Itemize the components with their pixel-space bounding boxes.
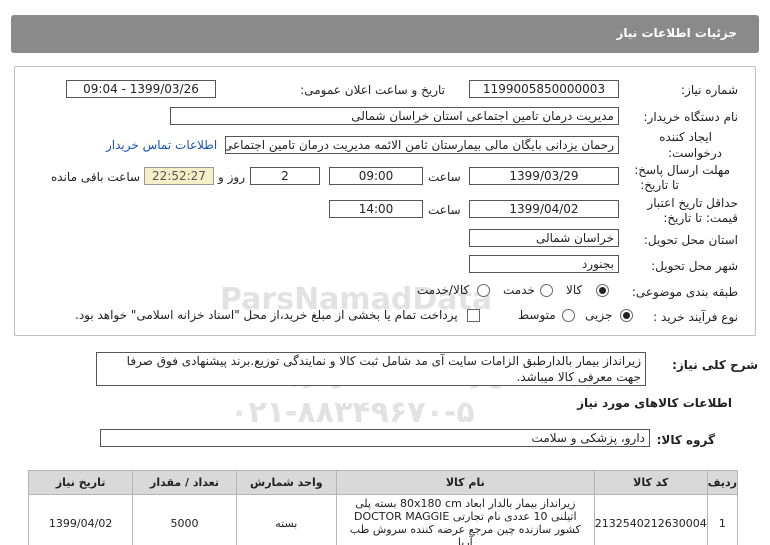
cell-qty: 5000 [132,494,237,545]
province-field: خراسان شمالی [469,229,619,247]
process-type-label: نوع فرآیند خرید : [653,310,738,324]
cell-row: 1 [706,494,739,545]
cell-date: 1399/04/02 [27,494,134,545]
goods-group-field: دارو، پزشکی و سلامت [100,429,650,447]
send-time-label: ساعت [428,170,461,184]
province-label: استان محل تحویل: [643,233,738,247]
announce-date-label: تاریخ و ساعت اعلان عمومی: [300,83,445,97]
city-label: شهر محل تحویل: [651,259,738,273]
buyer-contact-link[interactable]: اطلاعات تماس خریدار [106,138,217,152]
goods-group-label: گروه کالا: [656,433,715,447]
time-remaining-label: ساعت باقی مانده [51,170,141,184]
goods-section-title: اطلاعات کالاهای مورد نیاز [577,396,732,410]
cell-unit: بسته [235,494,337,545]
validity-label-2: قیمت: تا تاریخ: [663,211,738,225]
cell-name: زیرانداز بیمار بالدار ابعاد 80x180 cm بس… [335,494,595,545]
col-header-name: نام کالا [335,470,595,495]
send-date-field: 1399/03/29 [469,167,619,185]
table-row: 1 2132540212630004 زیرانداز بیمار بالدار… [27,494,739,545]
creator-label-1: ایجاد کننده [659,130,712,144]
col-header-row: ردیف [706,470,739,495]
category-service-label: خدمت [503,283,535,297]
treasury-payment-note: پرداخت تمام یا بخشی از مبلغ خرید،از محل … [75,308,458,322]
table-header-row: ردیف کد کالا نام کالا واحد شمارش تعداد /… [27,470,739,495]
page-title: جزئیات اطلاعات نیاز [616,26,737,40]
validity-time-field: 14:00 [329,200,423,218]
treasury-payment-checkbox[interactable] [467,309,480,322]
description-field: زیرانداز بیمار بالدارطبق الزامات سایت آی… [96,352,646,386]
creator-field: رحمان یزدانی بایگان مالی بیمارستان ثامن … [225,136,619,154]
process-minor-radio[interactable] [620,309,633,322]
category-label: طبقه بندی موضوعی: [631,285,738,299]
col-header-qty: تعداد / مقدار [132,470,237,495]
col-header-date: تاریخ نیاز [27,470,134,495]
description-label: شرح کلی نیاز: [672,358,758,372]
announce-date-field: 1399/03/26 - 09:04 [66,80,216,98]
category-service-radio[interactable] [540,284,553,297]
validity-time-label: ساعت [428,203,461,217]
process-medium-label: متوسط [518,308,556,322]
send-deadline-label-1: مهلت ارسال پاسخ: [634,163,730,177]
days-label: روز و [218,170,245,184]
items-table: ردیف کد کالا نام کالا واحد شمارش تعداد /… [27,470,739,545]
validity-label-1: حداقل تاریخ اعتبار [647,196,738,210]
creator-label-2: درخواست: [668,146,722,160]
city-field: بجنورد [469,255,619,273]
need-number-field: 1199005850000003 [469,80,619,98]
buyer-field: مدیریت درمان تامین اجتماعی استان خراسان … [170,107,619,125]
need-number-label: شماره نیاز: [681,83,738,97]
process-minor-label: جزیی [585,308,613,322]
send-deadline-label-2: تا تاریخ: [640,178,679,192]
buyer-label: نام دستگاه خریدار: [643,110,739,124]
page-header: جزئیات اطلاعات نیاز [11,15,759,53]
category-both-radio[interactable] [477,284,490,297]
category-both-label: کالا/خدمت [417,283,470,297]
time-remaining-field: 22:52:27 [144,167,214,185]
cell-code: 2132540212630004 [593,494,708,545]
col-header-code: کد کالا [593,470,708,495]
category-goods-label: کالا [566,283,583,297]
process-medium-radio[interactable] [562,309,575,322]
send-time-field: 09:00 [329,167,423,185]
col-header-unit: واحد شمارش [235,470,337,495]
watermark-phone: ۰۲۱-۸۸۳۴۹۶۷۰-۵ [230,395,475,430]
days-remaining-field: 2 [250,167,320,185]
category-goods-radio[interactable] [596,284,609,297]
validity-date-field: 1399/04/02 [469,200,619,218]
